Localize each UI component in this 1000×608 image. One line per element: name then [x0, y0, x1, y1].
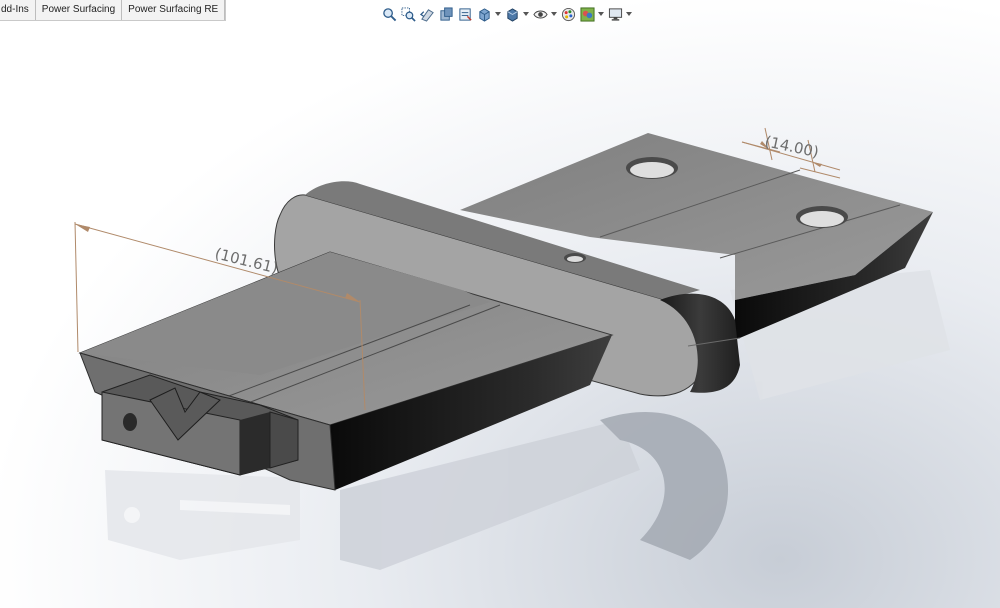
display-style-icon[interactable]	[503, 5, 521, 23]
zoom-to-fit-icon[interactable]	[380, 5, 398, 23]
command-manager-tabs: dd-Ins Power Surfacing Power Surfacing R…	[0, 0, 227, 21]
section-view-icon[interactable]	[437, 5, 455, 23]
display-style-dropdown-icon[interactable]	[522, 5, 530, 23]
view-orientation-dropdown-icon[interactable]	[494, 5, 502, 23]
dynamic-annotation-view-icon[interactable]	[456, 5, 474, 23]
hide-show-items-icon[interactable]	[531, 5, 549, 23]
zoom-to-area-icon[interactable]	[399, 5, 417, 23]
tab-add-ins[interactable]: dd-Ins	[0, 0, 36, 20]
edit-appearance-icon[interactable]	[559, 5, 577, 23]
apply-scene-dropdown-icon[interactable]	[597, 5, 605, 23]
graphics-viewport[interactable]: (101.61) (14.00)	[0, 0, 1000, 608]
view-settings-icon[interactable]	[606, 5, 624, 23]
dimension-length-label[interactable]: (101.61)	[213, 244, 280, 277]
view-orientation-icon[interactable]	[475, 5, 493, 23]
view-settings-dropdown-icon[interactable]	[625, 5, 633, 23]
previous-view-icon[interactable]	[418, 5, 436, 23]
hide-show-dropdown-icon[interactable]	[550, 5, 558, 23]
apply-scene-icon[interactable]	[578, 5, 596, 23]
tab-power-surfacing-re[interactable]: Power Surfacing RE	[122, 0, 226, 20]
heads-up-view-toolbar	[380, 5, 633, 23]
tab-power-surfacing[interactable]: Power Surfacing	[36, 0, 123, 20]
